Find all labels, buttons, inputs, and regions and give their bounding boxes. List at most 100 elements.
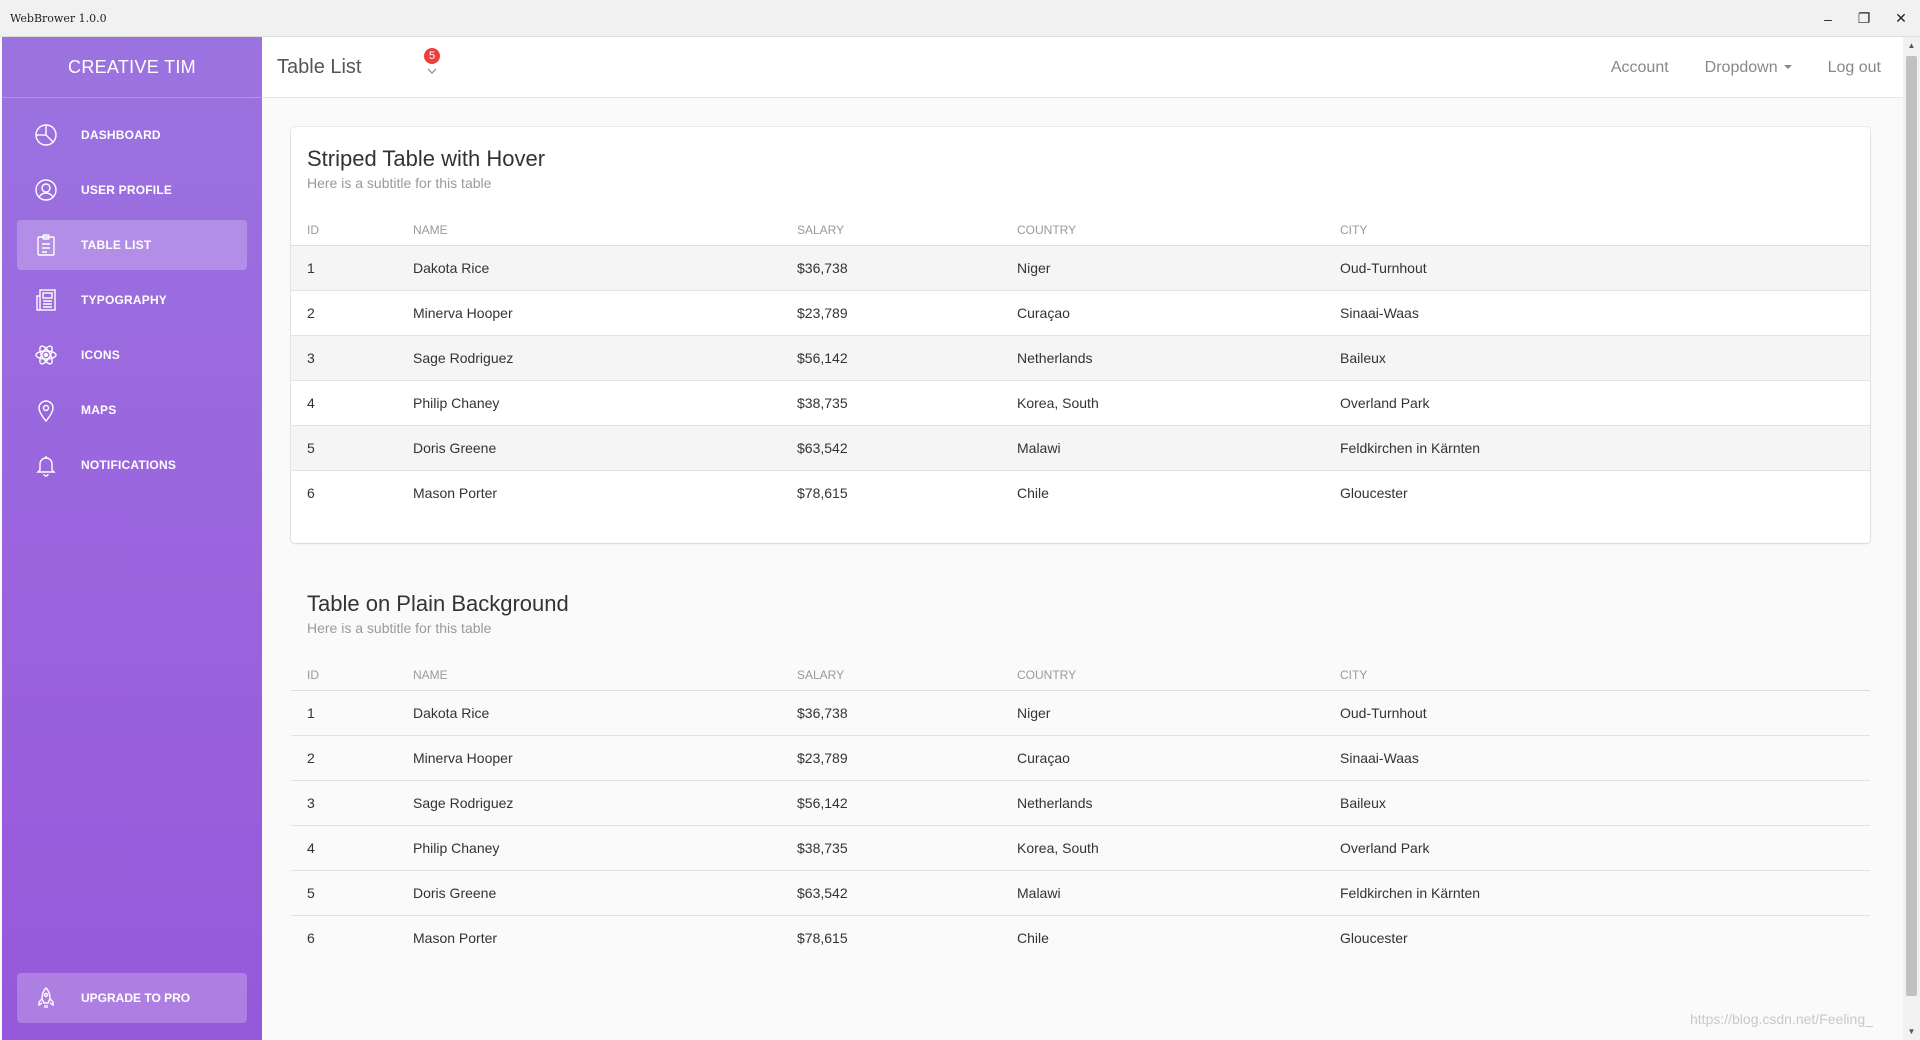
table-row[interactable]: 1 Dakota Rice $36,738 Niger Oud-Turnhout: [291, 690, 1870, 736]
cell-city: Sinaai-Waas: [1324, 735, 1870, 781]
table-row[interactable]: 2 Minerva Hooper $23,789 Curaçao Sinaai-Waas: [291, 735, 1870, 781]
cell-country: Malawi: [1001, 425, 1324, 471]
table-header-row: ID NAME SALARY COUNTRY CITY: [291, 660, 1870, 691]
cell-id: 5: [291, 425, 397, 471]
cell-id: 2: [291, 290, 397, 336]
cell-salary: $23,789: [781, 290, 1001, 336]
account-link[interactable]: Account: [1611, 59, 1669, 77]
cell-id: 4: [291, 380, 397, 426]
table-row[interactable]: 1 Dakota Rice $36,738 Niger Oud-Turnhout: [291, 245, 1870, 291]
dropdown-toggle[interactable]: Dropdown: [1705, 59, 1792, 77]
cell-name: Sage Rodriguez: [397, 335, 781, 381]
close-button[interactable]: ✕: [1883, 0, 1919, 37]
maximize-button[interactable]: ❐: [1846, 0, 1882, 37]
sidebar: CREATIVE TIM DASHBOARD USER PROFILE TABL…: [2, 37, 262, 1040]
column-header-country[interactable]: COUNTRY: [1001, 215, 1324, 246]
table-row[interactable]: 6 Mason Porter $78,615 Chile Gloucester: [291, 470, 1870, 515]
plain-table-card: Table on Plain Background Here is a subt…: [291, 572, 1870, 988]
cell-salary: $63,542: [781, 425, 1001, 471]
sidebar-item-typography[interactable]: TYPOGRAPHY: [17, 275, 247, 325]
scroll-up-arrow-icon[interactable]: ▲: [1903, 37, 1920, 54]
table-row[interactable]: 4 Philip Chaney $38,735 Korea, South Overlan…: [291, 380, 1870, 426]
cell-country: Korea, South: [1001, 825, 1324, 871]
cell-id: 1: [291, 245, 397, 291]
scrollbar-thumb[interactable]: [1906, 56, 1917, 996]
cell-salary: $38,735: [781, 825, 1001, 871]
cell-country: Curaçao: [1001, 290, 1324, 336]
cell-id: 3: [291, 335, 397, 381]
cell-country: Netherlands: [1001, 780, 1324, 826]
column-header-id[interactable]: ID: [291, 215, 397, 246]
scroll-down-arrow-icon[interactable]: ▼: [1903, 1023, 1920, 1040]
cell-id: 6: [307, 484, 315, 501]
column-header-salary[interactable]: SALARY: [781, 660, 1001, 691]
cell-city: Overland Park: [1324, 380, 1870, 426]
cell-name: Doris Greene: [397, 425, 781, 471]
news-paper-icon: [33, 287, 59, 313]
cell-city: Sinaai-Waas: [1324, 290, 1870, 336]
vertical-scrollbar[interactable]: ▲ ▼: [1903, 37, 1920, 1040]
sidebar-item-dashboard[interactable]: DASHBOARD: [17, 110, 247, 160]
sidebar-item-label: USER PROFILE: [81, 183, 173, 197]
sidebar-item-label: ICONS: [81, 348, 121, 362]
upgrade-to-pro-button[interactable]: UPGRADE TO PRO: [17, 973, 247, 1023]
table-row[interactable]: 5 Doris Greene $63,542 Malawi Feldkirchen in…: [291, 425, 1870, 471]
sidebar-item-label: DASHBOARD: [81, 128, 161, 142]
table-row[interactable]: 2 Minerva Hooper $23,789 Curaçao Sinaai-Waas: [291, 290, 1870, 336]
column-header-name[interactable]: NAME: [397, 660, 781, 691]
logout-link[interactable]: Log out: [1828, 59, 1881, 77]
sidebar-item-table-list[interactable]: TABLE LIST: [17, 220, 247, 270]
table-row[interactable]: 6 Mason Porter $78,615 Chile Gloucester: [291, 915, 1870, 960]
clipboard-icon: [33, 232, 59, 258]
table-row[interactable]: 3 Sage Rodriguez $56,142 Netherlands Baileux: [291, 780, 1870, 826]
navbar-right-links: Account Dropdown Log out: [1611, 37, 1881, 98]
column-header-country[interactable]: COUNTRY: [1001, 660, 1324, 691]
table-row[interactable]: 4 Philip Chaney $38,735 Korea, South Overlan…: [291, 825, 1870, 871]
table-row[interactable]: 5 Doris Greene $63,542 Malawi Feldkirchen in…: [291, 870, 1870, 916]
notification-badge: 5: [423, 47, 441, 65]
column-header-city[interactable]: CITY: [1324, 660, 1870, 691]
minimize-icon: –: [1824, 10, 1832, 27]
cell-country: Korea, South: [1001, 380, 1324, 426]
column-header-name[interactable]: NAME: [397, 215, 781, 246]
page-title: Table List: [277, 56, 362, 78]
sidebar-item-notifications[interactable]: NOTIFICATIONS: [17, 440, 247, 490]
cell-salary: $78,615: [797, 929, 848, 946]
cell-country: Niger: [1001, 690, 1324, 736]
cell-name: Philip Chaney: [397, 380, 781, 426]
minimize-button[interactable]: –: [1810, 0, 1846, 37]
cell-city: Baileux: [1324, 335, 1870, 381]
cell-name: Minerva Hooper: [397, 735, 781, 781]
striped-table-card: Striped Table with Hover Here is a subti…: [291, 127, 1870, 543]
table-row[interactable]: 3 Sage Rodriguez $56,142 Netherlands Baileux: [291, 335, 1870, 381]
cell-name: Doris Greene: [397, 870, 781, 916]
cell-country: Malawi: [1001, 870, 1324, 916]
column-header-id[interactable]: ID: [291, 660, 397, 691]
cell-city: Oud-Turnhout: [1324, 690, 1870, 736]
column-header-salary[interactable]: SALARY: [781, 215, 1001, 246]
plain-table: ID NAME SALARY COUNTRY CITY 1 Dakota Rice…: [291, 660, 1870, 960]
map-pin-icon: [33, 397, 59, 423]
chart-pie-icon: [33, 122, 59, 148]
column-header-city[interactable]: CITY: [1324, 215, 1870, 246]
sidebar-item-label: NOTIFICATIONS: [81, 458, 177, 472]
cell-city: Feldkirchen in Kärnten: [1324, 425, 1870, 471]
brand-logo-link[interactable]: CREATIVE TIM: [2, 37, 262, 98]
top-navbar: Table List 5 Account Dropdown Log out: [262, 37, 1903, 98]
sidebar-item-user-profile[interactable]: USER PROFILE: [17, 165, 247, 215]
cell-city: Oud-Turnhout: [1324, 245, 1870, 291]
cell-salary: $63,542: [781, 870, 1001, 916]
caret-down-icon: [1783, 65, 1792, 70]
cell-id: 3: [291, 780, 397, 826]
sidebar-nav: DASHBOARD USER PROFILE TABLE LIST TYPOGR…: [2, 110, 262, 490]
bell-icon: [33, 452, 59, 478]
sidebar-item-maps[interactable]: MAPS: [17, 385, 247, 435]
cell-id: 5: [291, 870, 397, 916]
upgrade-label: UPGRADE TO PRO: [81, 991, 191, 1005]
cell-name: Dakota Rice: [397, 690, 781, 736]
cell-id: 2: [291, 735, 397, 781]
cell-name: Mason Porter: [413, 484, 498, 501]
sidebar-item-label: TYPOGRAPHY: [81, 293, 168, 307]
sidebar-item-icons[interactable]: ICONS: [17, 330, 247, 380]
cell-id: 1: [291, 690, 397, 736]
